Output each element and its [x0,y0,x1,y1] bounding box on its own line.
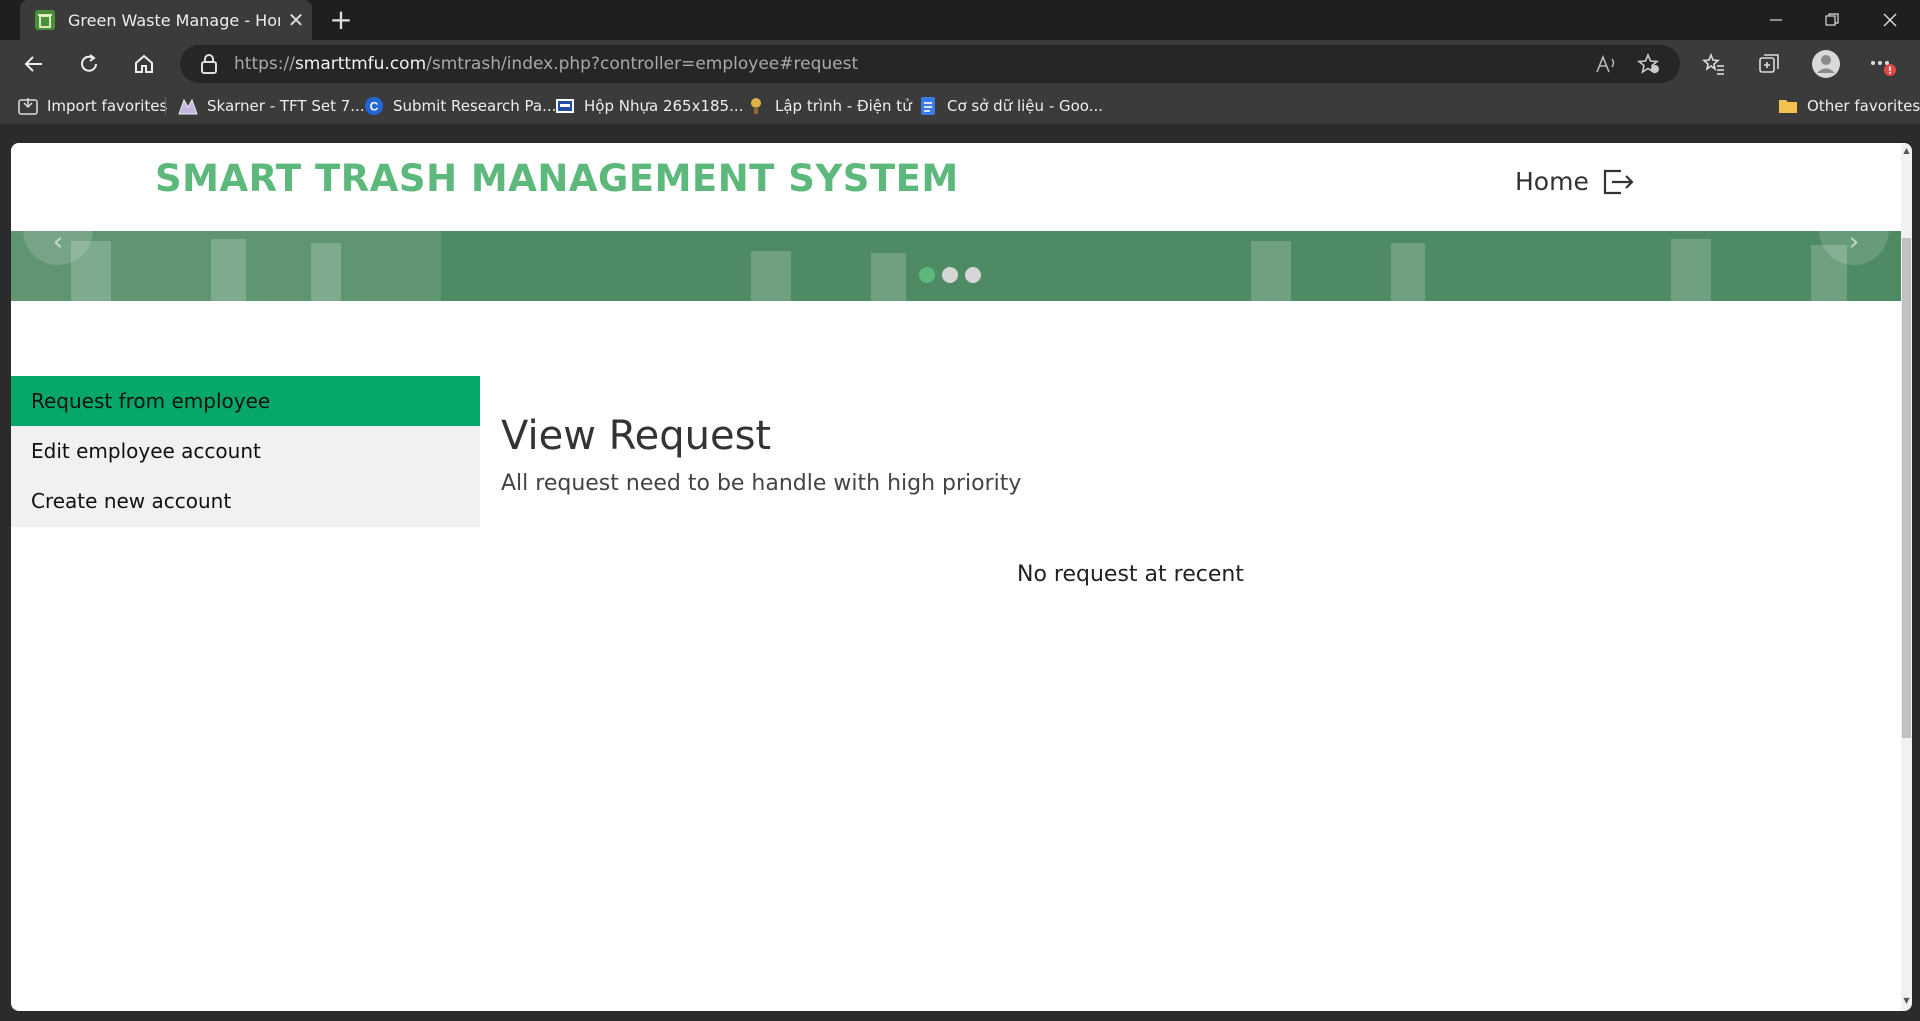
hero-carousel: ‹ › [11,231,1901,301]
tab-title: Green Waste Manage - Home [68,10,280,30]
electronics-favicon [746,96,766,116]
carousel-dot[interactable] [965,267,981,283]
docs-favicon [918,96,938,116]
hero-window [1391,243,1425,301]
import-icon [18,96,38,116]
close-tab-icon[interactable]: ✕ [280,8,312,32]
favorite-skarner[interactable]: Skarner - TFT Set 7... [178,88,365,124]
scrollbar-thumb[interactable] [1902,238,1911,738]
favorites-bar: Import favorites Skarner - TFT Set 7... … [0,88,1920,124]
favorites-icon[interactable] [1698,48,1730,80]
submit-favicon: C [364,96,384,116]
empty-request-message: No request at recent [1017,562,1244,587]
browser-toolbar: https://smarttmfu.com/smtrash/index.php?… [0,40,1920,88]
carousel-dot[interactable] [942,267,958,283]
hero-window [311,243,341,301]
settings-more-icon[interactable] [1866,48,1898,80]
new-tab-icon[interactable]: + [326,5,356,35]
lock-icon [201,54,217,74]
favorite-co-so-du-lieu[interactable]: Cơ sở dữ liệu - Goo... [918,88,1103,124]
restore-icon[interactable] [1804,0,1860,40]
scroll-down-icon[interactable]: ▼ [1901,995,1912,1007]
site-header: SMART TRASH MANAGEMENT SYSTEM Home [11,143,1901,231]
home-icon[interactable] [128,48,160,80]
hero-window [211,239,246,301]
menu-item-create-new-account[interactable]: Create new account [11,476,480,526]
shop-favicon [555,96,575,116]
skarner-favicon [178,96,198,116]
svg-text:C: C [370,100,379,114]
favorites-separator [165,97,166,115]
page-viewport: SMART TRASH MANAGEMENT SYSTEM Home ‹ › R… [11,143,1912,1011]
back-icon[interactable] [18,48,50,80]
url-text: https://smarttmfu.com/smtrash/index.php?… [234,54,859,74]
scroll-up-icon[interactable]: ▲ [1901,145,1912,157]
profile-avatar-icon[interactable] [1810,48,1842,80]
hero-window [1671,239,1711,301]
logout-icon[interactable] [1601,165,1635,199]
page-title: View Request [501,413,772,459]
collections-icon[interactable] [1753,48,1785,80]
side-menu: Request from employee Edit employee acco… [11,376,480,527]
address-bar[interactable]: https://smarttmfu.com/smtrash/index.php?… [180,45,1680,83]
hero-window [1251,241,1291,301]
favorite-import[interactable]: Import favorites [18,88,167,124]
minimize-icon[interactable] [1748,0,1804,40]
favorite-lap-trinh[interactable]: Lập trình - Điện tử [746,88,912,124]
folder-icon [1778,96,1798,116]
carousel-dot[interactable] [919,267,935,283]
favorite-other-folder[interactable]: Other favorites [1778,88,1920,124]
trash-favicon [35,10,55,30]
add-favorite-icon[interactable] [1635,50,1663,78]
hero-window [871,253,906,301]
site-title[interactable]: SMART TRASH MANAGEMENT SYSTEM [155,157,959,200]
hero-window [751,251,791,301]
refresh-icon[interactable] [73,48,105,80]
nav-home-link[interactable]: Home [1515,167,1589,196]
favorite-submit-research[interactable]: C Submit Research Pa... [364,88,556,124]
read-aloud-icon[interactable] [1592,50,1620,78]
page-scrollbar[interactable]: ▲ ▼ [1901,143,1912,1011]
menu-item-edit-employee-account[interactable]: Edit employee account [11,426,480,476]
favorite-hop-nhua[interactable]: Hộp Nhựa 265x185... [555,88,743,124]
menu-item-request-from-employee[interactable]: Request from employee [11,376,480,426]
close-window-icon[interactable] [1862,0,1918,40]
browser-tab[interactable]: Green Waste Manage - Home ✕ [20,0,312,40]
page-subtitle: All request need to be handle with high … [501,471,1022,496]
tab-bar: Green Waste Manage - Home ✕ + [0,0,1920,40]
